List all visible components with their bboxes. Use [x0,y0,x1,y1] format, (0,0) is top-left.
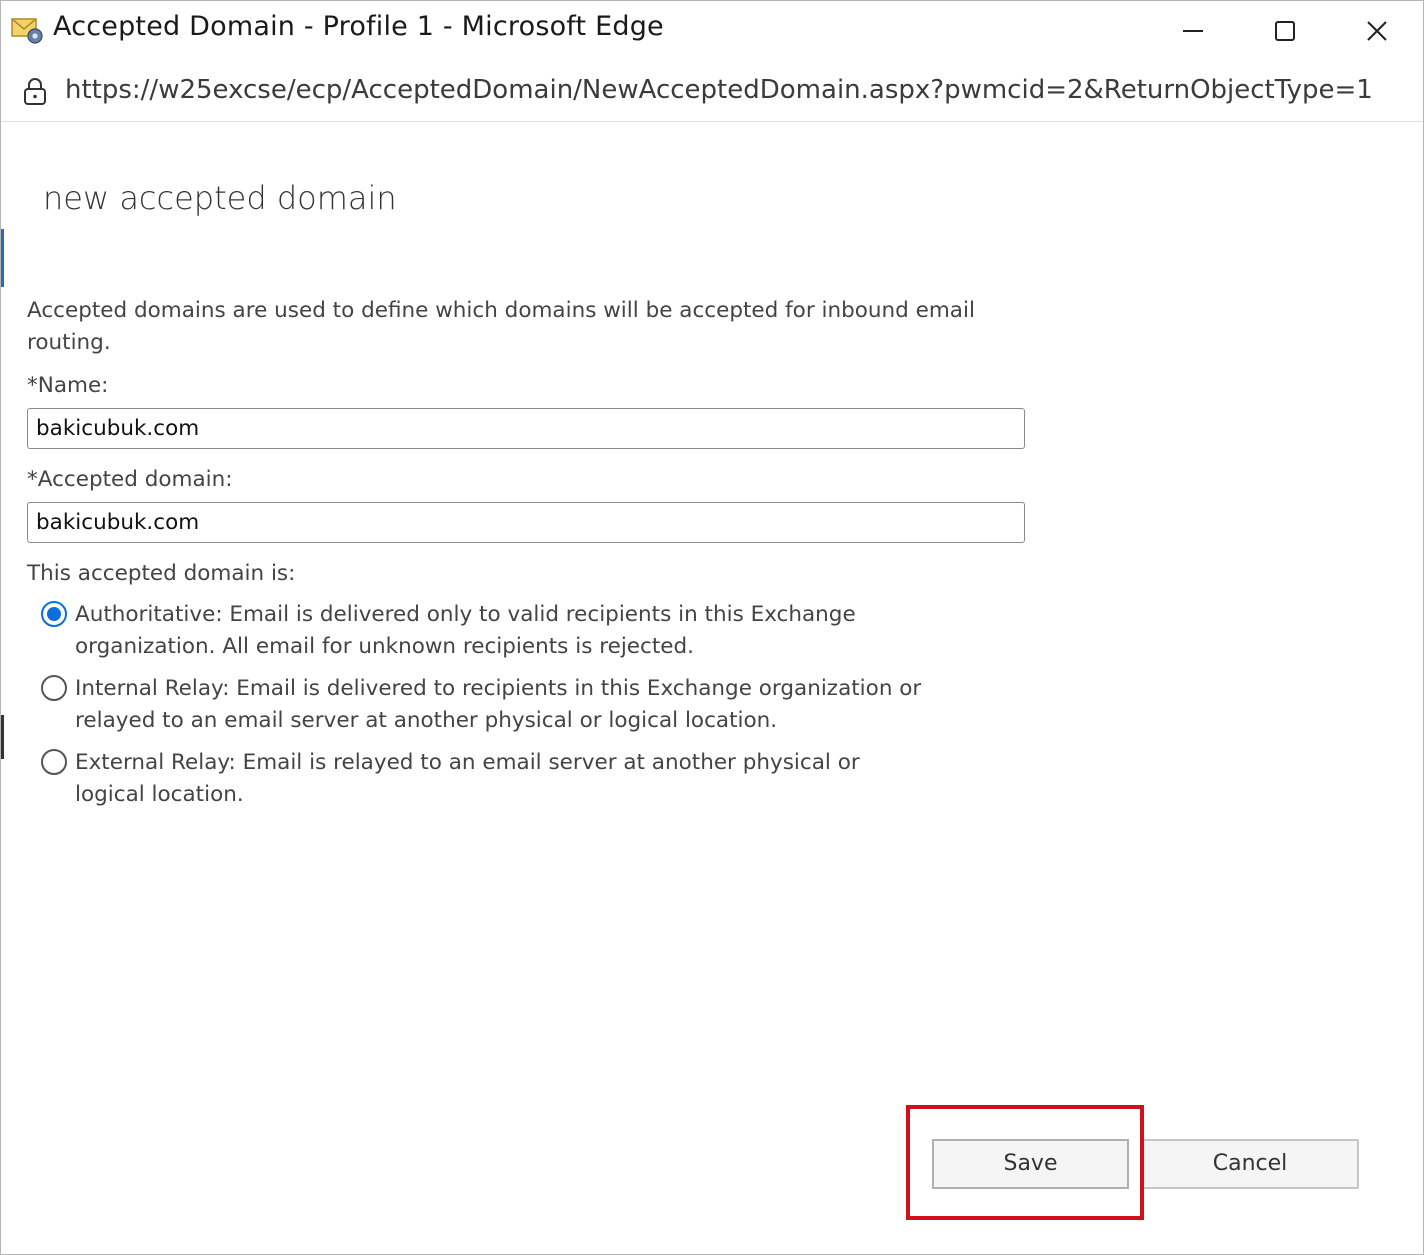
minimize-icon [1183,30,1203,32]
radio-button-checked[interactable] [41,601,67,627]
address-bar[interactable]: https://w25excse/ecp/AcceptedDomain/NewA… [1,61,1423,122]
name-label: *Name: [27,373,109,398]
domain-type-label: This accepted domain is: [27,561,296,586]
left-edge-marker [1,229,4,287]
radio-label-external-relay: External Relay: Email is relayed to an e… [75,750,860,807]
lock-icon[interactable] [21,77,49,107]
cancel-button[interactable]: Cancel [1141,1139,1359,1189]
dialog-title: new accepted domain [43,179,397,217]
accepted-domain-field[interactable]: bakicubuk.com [27,502,1025,543]
title-bar: Accepted Domain - Profile 1 - Microsoft … [1,1,1423,61]
radio-label-internal-relay: Internal Relay: Email is delivered to re… [75,676,922,733]
radio-button[interactable] [41,749,67,775]
window-title: Accepted Domain - Profile 1 - Microsoft … [53,11,664,42]
minimize-button[interactable] [1147,1,1239,61]
close-icon [1367,21,1387,41]
radio-label-authoritative: Authoritative: Email is delivered only t… [75,602,856,659]
radio-button[interactable] [41,675,67,701]
save-button[interactable]: Save [932,1139,1129,1189]
intro-text: Accepted domains are used to define whic… [27,298,975,355]
name-field[interactable]: bakicubuk.com [27,408,1025,449]
left-edge-marker [1,715,4,759]
url-text[interactable]: https://w25excse/ecp/AcceptedDomain/NewA… [65,75,1373,105]
browser-window: Accepted Domain - Profile 1 - Microsoft … [0,0,1424,1255]
accepted-domain-label: *Accepted domain: [27,467,233,492]
close-button[interactable] [1331,1,1423,61]
maximize-button[interactable] [1239,1,1331,61]
maximize-icon [1275,21,1295,41]
mail-app-icon [11,15,45,45]
